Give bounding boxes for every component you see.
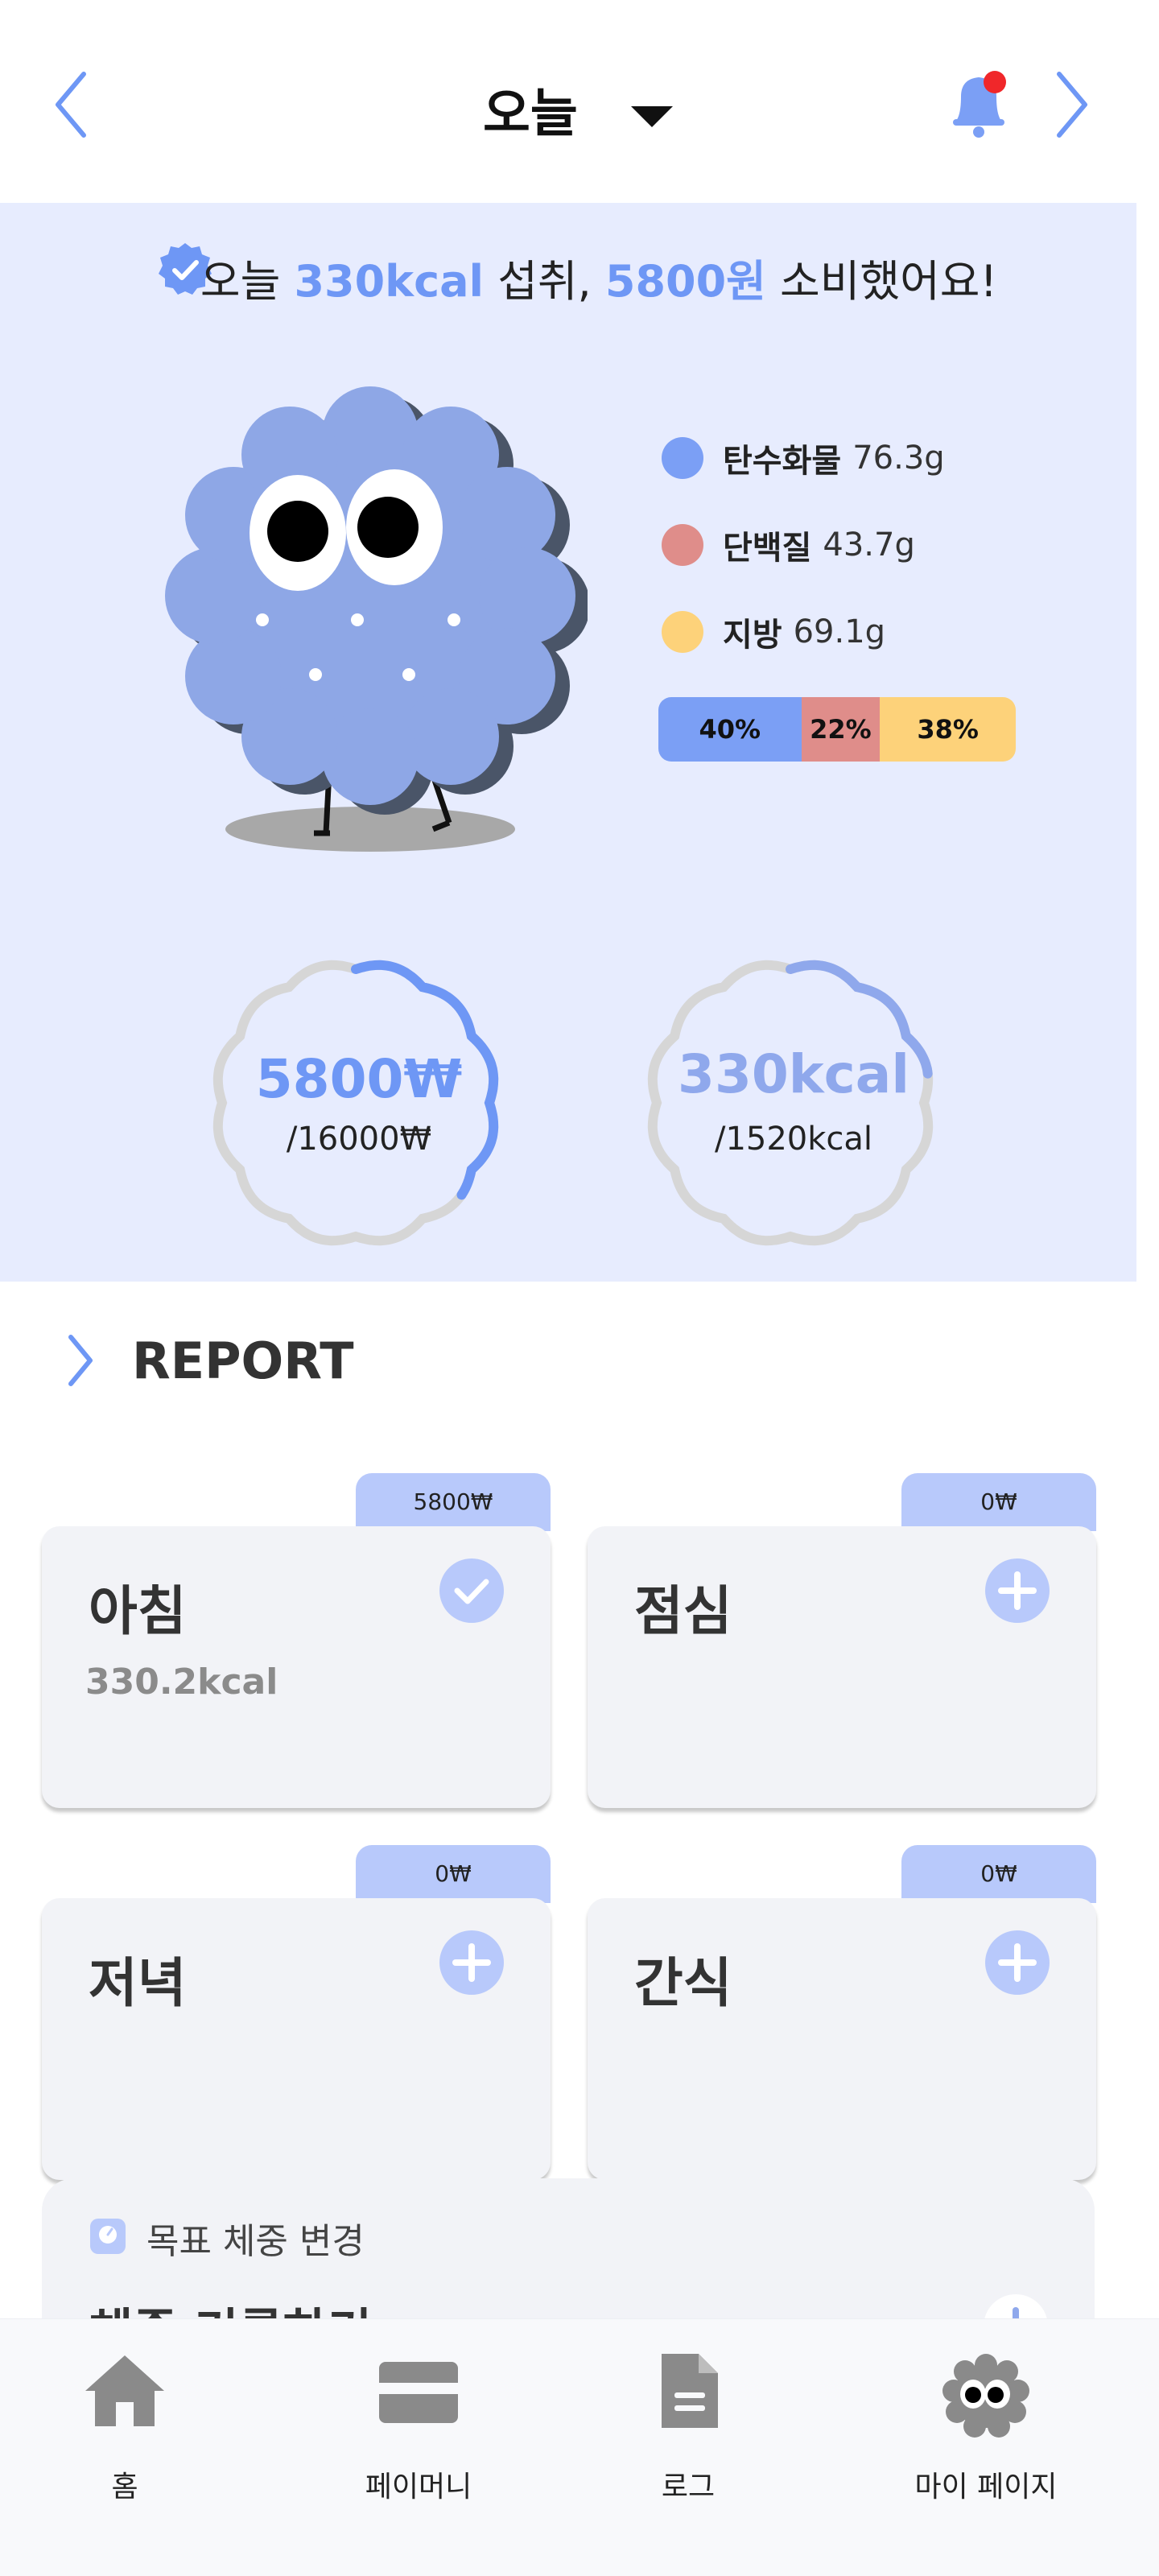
nav-my-page[interactable]: 마이 페이지 [893,2334,1079,2552]
date-selector[interactable] [499,64,724,153]
bell-icon [953,71,1006,138]
meal-name: 점심 [634,1580,732,1642]
meal-card-breakfast: 5800₩ 아침 330.2kcal [42,1473,551,1808]
add-circle-icon[interactable] [439,1930,504,1995]
nav-pay-money[interactable]: 페이머니 [322,2334,515,2552]
target-weight-change-label[interactable]: 목표 체중 변경 [146,2212,365,2264]
meal-card-body[interactable]: 간식 [588,1898,1096,2180]
macro-value: 69.1g [793,613,886,650]
carbs-badge-icon [662,437,703,479]
ratio-fat: 38% [880,697,1016,762]
meal-price-tab: 0₩ [356,1845,551,1903]
macro-value: 76.3g [852,440,945,477]
home-icon [85,2355,164,2426]
macro-value: 43.7g [823,526,915,564]
meal-price-tab: 0₩ [901,1473,1096,1531]
budget-target: /16000₩ [286,1121,432,1158]
fat-badge-icon [662,611,703,653]
meal-card-body[interactable]: 점심 [588,1526,1096,1808]
scale-icon [90,2219,126,2254]
macro-carbs: 탄수화물 76.3g [660,430,1062,486]
calorie-intake: 330kcal [678,1043,909,1105]
summary-won: 5800원 [604,256,766,307]
document-icon [662,2354,718,2428]
chevron-right-icon [68,1335,93,1386]
meal-card-dinner: 0₩ 저녁 [42,1845,551,2180]
chevron-left-icon [56,72,86,138]
summary-kcal: 330kcal [294,256,485,307]
notification-button[interactable] [943,64,1016,145]
macro-name: 탄수화물 [723,443,842,480]
meal-price-tab: 0₩ [901,1845,1096,1903]
macro-name: 단백질 [723,530,812,567]
top-header: 오늘 [0,0,1159,203]
meal-card-body[interactable]: 아침 330.2kcal [42,1526,551,1808]
nav-label: 페이머니 [365,2471,472,2504]
mascot-illustration [165,386,588,852]
mascot-icon [942,2354,1029,2438]
nav-log[interactable]: 로그 [612,2334,765,2552]
summary-suffix: 소비했어요! [765,256,998,307]
report-title: REPORT [132,1331,354,1390]
card-icon [379,2362,458,2423]
previous-day-button[interactable] [48,64,97,145]
ratio-protein: 22% [801,697,881,762]
meal-card-body[interactable]: 저녁 [42,1898,551,2180]
calorie-target: /1520kcal [714,1121,873,1158]
meal-card-lunch: 0₩ 점심 [588,1473,1096,1808]
next-day-button[interactable] [1046,64,1095,145]
summary-message: 오늘 330kcal 섭취, 5800원 소비했어요! [0,246,1136,309]
budget-spent: 5800₩ [255,1048,463,1110]
meal-name: 아침 [89,1580,187,1642]
macro-ratio-bar: 40% 22% 38% [658,697,1016,762]
add-circle-icon[interactable] [985,1930,1050,1995]
nav-label: 마이 페이지 [914,2471,1058,2504]
macro-protein: 단백질 43.7g [660,517,1062,573]
nav-label: 로그 [661,2471,716,2504]
meal-card-snack: 0₩ 간식 [588,1845,1096,2180]
add-circle-icon[interactable] [985,1558,1050,1623]
protein-badge-icon [662,524,703,566]
summary-middle: 섭취, [484,256,605,307]
ratio-carbs: 40% [658,697,802,762]
summary-prefix: 오늘 [200,256,295,307]
meal-name: 간식 [634,1952,732,2014]
meal-name: 저녁 [89,1952,187,2014]
nav-label: 홈 [111,2471,138,2504]
meal-price-tab: 5800₩ [356,1473,551,1531]
meal-kcal: 330.2kcal [85,1662,278,1703]
nav-home[interactable]: 홈 [48,2334,201,2552]
check-circle-icon[interactable] [439,1558,504,1623]
notification-dot [984,71,1006,93]
macro-fat: 지방 69.1g [660,604,1062,660]
chevron-right-icon [1057,72,1087,138]
macro-name: 지방 [723,617,782,654]
report-section-header[interactable]: REPORT [64,1328,354,1393]
